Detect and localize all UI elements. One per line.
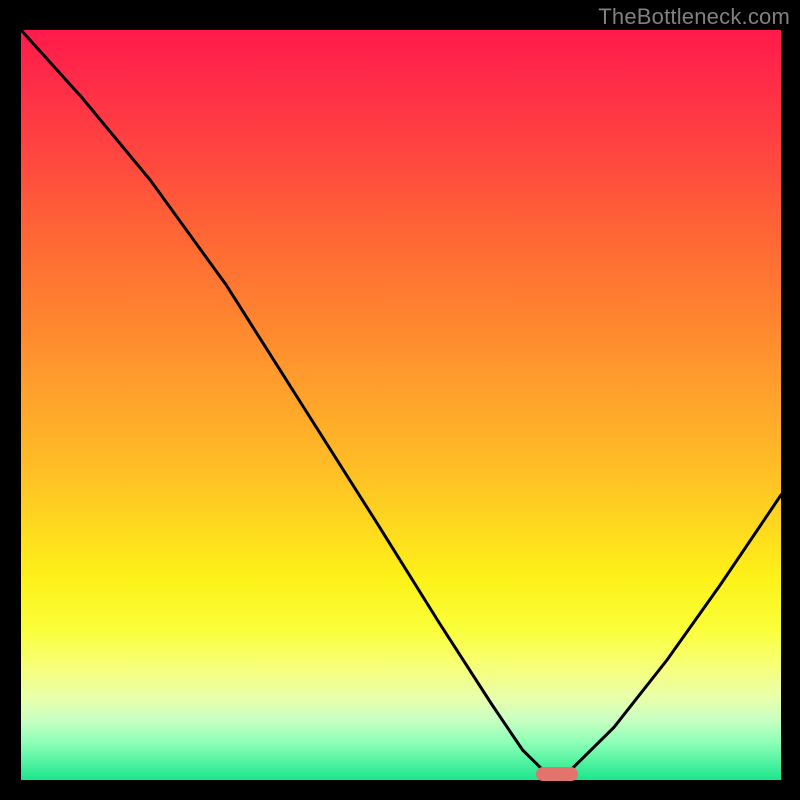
chart-container: TheBottleneck.com xyxy=(0,0,800,800)
bottleneck-curve xyxy=(21,30,781,780)
optimal-marker xyxy=(536,767,578,781)
plot-area xyxy=(21,30,781,780)
watermark-text: TheBottleneck.com xyxy=(598,4,790,30)
